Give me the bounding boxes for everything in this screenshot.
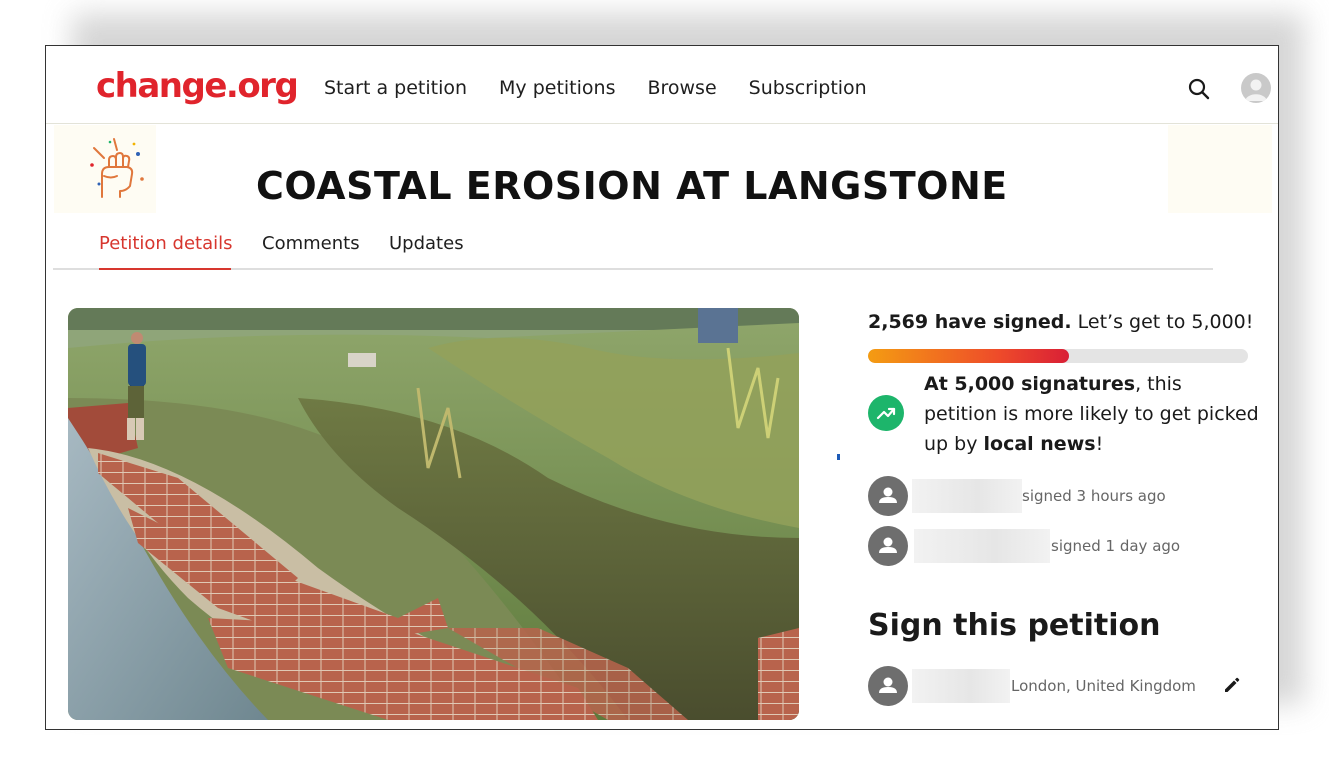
milestone-message: At 5,000 signatures, this petition is mo… (924, 369, 1259, 459)
milestone-goal: At 5,000 signatures (924, 373, 1136, 395)
signature-progress-bar (868, 349, 1248, 363)
browser-page: change.org Start a petition My petitions… (45, 45, 1279, 730)
user-location: London, United Kingdom (1011, 677, 1196, 695)
sign-form-user: London, United Kingdom (868, 666, 1248, 706)
person-icon (868, 526, 908, 566)
signature-goal-text: Let’s get to 5,000! (1071, 311, 1254, 333)
search-icon[interactable] (1187, 77, 1211, 101)
sign-petition-heading: Sign this petition (868, 608, 1161, 643)
raised-fist-icon (90, 138, 144, 198)
active-tab-indicator (99, 268, 231, 270)
nav-browse[interactable]: Browse (647, 77, 716, 99)
person-icon (868, 476, 908, 516)
redacted-signer-name (914, 529, 1050, 563)
pencil-icon[interactable] (1222, 675, 1242, 695)
redacted-signer-name (912, 479, 1022, 513)
nav-subscription[interactable]: Subscription (749, 77, 867, 99)
user-avatar[interactable] (1241, 73, 1271, 103)
nav-start-petition[interactable]: Start a petition (324, 77, 467, 99)
person-icon (868, 666, 908, 706)
nav-my-petitions[interactable]: My petitions (499, 77, 615, 99)
petition-photo (68, 308, 799, 720)
petition-tabs: Petition details Comments Updates (53, 216, 1213, 270)
tab-petition-details[interactable]: Petition details (99, 233, 233, 254)
change-org-logo[interactable]: change.org (96, 66, 299, 106)
recent-signer: signed 3 hours ago (868, 476, 1248, 516)
trending-up-icon (868, 395, 904, 431)
redacted-user-name (912, 669, 1010, 703)
tab-updates[interactable]: Updates (389, 233, 464, 254)
signed-count-text: 2,569 have signed. (868, 311, 1072, 333)
milestone-end-text: ! (1095, 433, 1104, 455)
milestone-outlet: local news (983, 433, 1096, 455)
site-header: change.org Start a petition My petitions… (46, 46, 1278, 124)
page-marker (837, 454, 840, 460)
progress-fill (868, 349, 1070, 363)
signer-time: signed 1 day ago (1051, 537, 1181, 555)
signer-time: signed 3 hours ago (1022, 487, 1166, 505)
signature-count: 2,569 have signed. Let’s get to 5,000! (868, 311, 1253, 333)
main-nav: Start a petition My petitions Browse Sub… (324, 77, 867, 99)
tab-comments[interactable]: Comments (262, 233, 360, 254)
recent-signer: signed 1 day ago (868, 526, 1248, 566)
petition-title: COASTAL EROSION AT LANGSTONE (256, 164, 1008, 208)
